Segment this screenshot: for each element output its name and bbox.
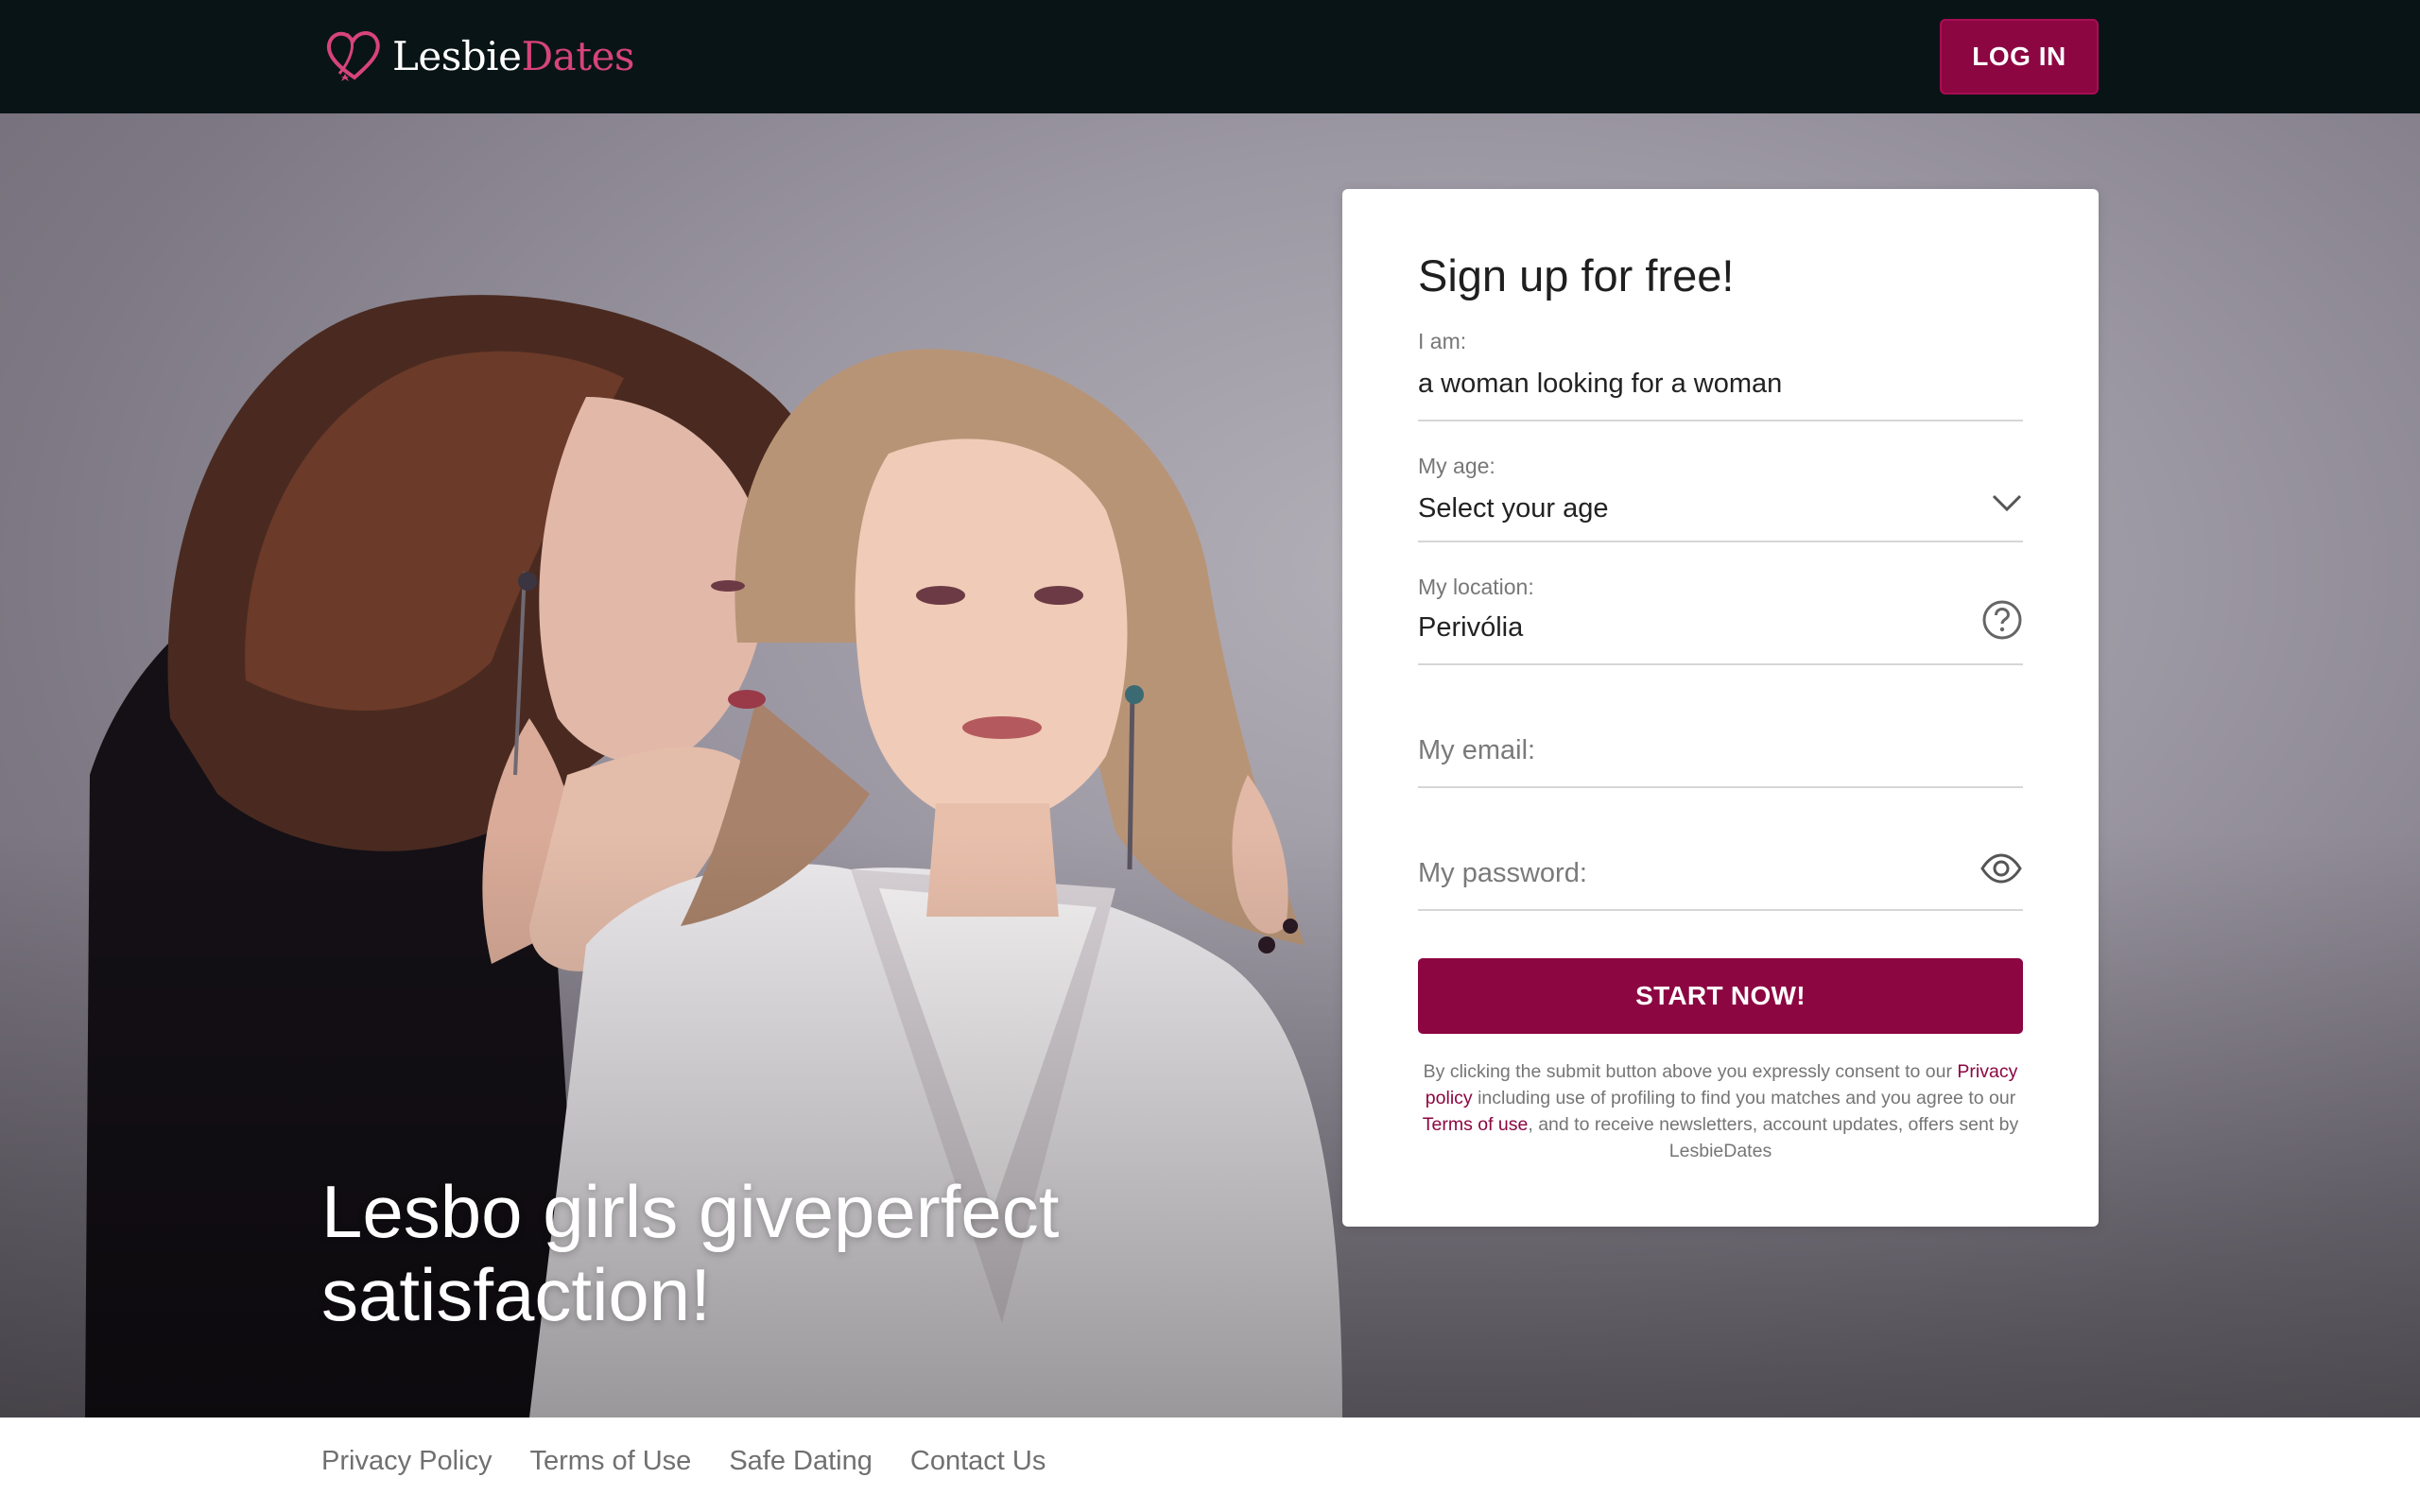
email-field[interactable]: My email: xyxy=(1418,690,2023,788)
footer-link-contact-us[interactable]: Contact Us xyxy=(910,1446,1046,1477)
signup-title: Sign up for free! xyxy=(1418,250,1735,301)
login-button[interactable]: LOG IN xyxy=(1940,19,2099,94)
logo-word-lesbie: Lesbie xyxy=(392,33,522,79)
consent-part2: including use of profiling to find you m… xyxy=(1472,1088,2016,1108)
age-value: Select your age xyxy=(1418,493,1609,524)
iam-value: a woman looking for a woman xyxy=(1418,369,1783,399)
footer-links: Privacy Policy Terms of Use Safe Dating … xyxy=(321,1446,1046,1477)
start-now-button[interactable]: START NOW! xyxy=(1418,958,2023,1034)
location-value: Perivólia xyxy=(1418,612,1524,643)
top-header: LesbieDates LOG IN xyxy=(0,0,2420,113)
chevron-down-icon[interactable] xyxy=(1991,491,2023,514)
iam-field[interactable]: I am: a woman looking for a woman xyxy=(1418,321,2023,421)
signup-card: Sign up for free! I am: a woman looking … xyxy=(1342,189,2099,1227)
footer-link-privacy-policy[interactable]: Privacy Policy xyxy=(321,1446,493,1477)
age-select[interactable]: My age: Select your age xyxy=(1418,446,2023,542)
site-logo[interactable]: LesbieDates xyxy=(320,25,634,89)
hero-headline: Lesbo girls giveperfect satisfaction! xyxy=(321,1170,1060,1336)
heart-logo-icon xyxy=(326,31,380,81)
logo-word-dates: Dates xyxy=(521,33,634,79)
consent-part1: By clicking the submit button above you … xyxy=(1423,1061,1958,1082)
consent-part3: , and to receive newsletters, account up… xyxy=(1528,1114,2019,1161)
iam-label: I am: xyxy=(1418,329,1467,353)
eye-icon[interactable] xyxy=(1979,852,2023,885)
footer: Privacy Policy Terms of Use Safe Dating … xyxy=(0,1418,2420,1512)
age-label: My age: xyxy=(1418,454,1495,478)
email-placeholder: My email: xyxy=(1418,735,1536,765)
consent-text: By clicking the submit button above you … xyxy=(1414,1058,2027,1164)
footer-link-terms-of-use[interactable]: Terms of Use xyxy=(530,1446,692,1477)
location-field[interactable]: My location: Perivólia xyxy=(1418,567,2023,665)
password-placeholder: My password: xyxy=(1418,858,1587,888)
logo-text: LesbieDates xyxy=(392,37,634,77)
terms-of-use-link[interactable]: Terms of use xyxy=(1423,1114,1529,1135)
location-label: My location: xyxy=(1418,575,1534,599)
password-field[interactable]: My password: xyxy=(1418,813,2023,911)
help-circle-icon[interactable] xyxy=(1981,599,2023,641)
footer-link-safe-dating[interactable]: Safe Dating xyxy=(729,1446,873,1477)
